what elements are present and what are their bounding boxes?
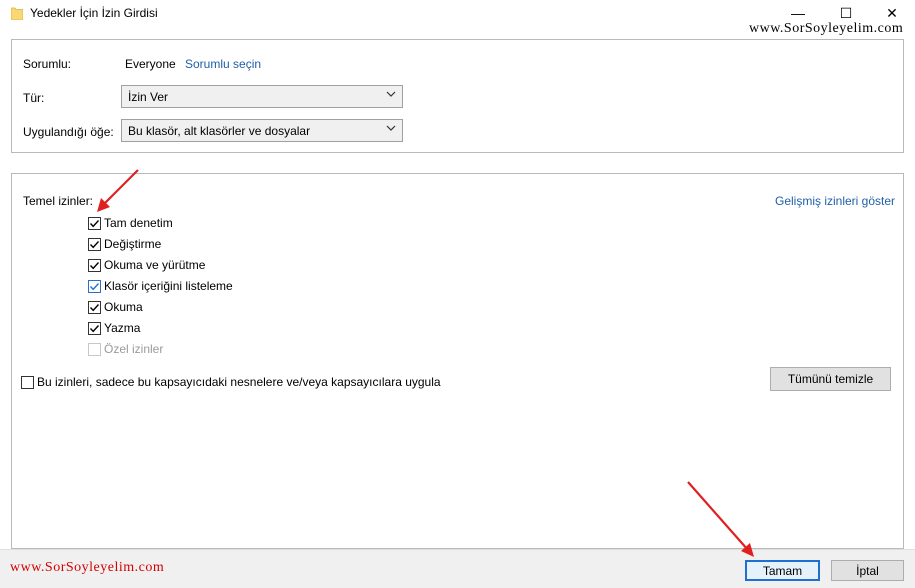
chevron-down-icon <box>386 125 396 131</box>
permission-write[interactable]: Yazma <box>88 320 140 336</box>
dialog-footer: www.SorSoyleyelim.com Tamam İptal <box>0 549 915 588</box>
permission-read[interactable]: Okuma <box>88 299 143 315</box>
type-label: Tür: <box>23 91 45 105</box>
applies-to-select[interactable]: Bu klasör, alt klasörler ve dosyalar <box>121 119 403 142</box>
window-title: Yedekler İçin İzin Girdisi <box>30 6 158 20</box>
select-principal-link[interactable]: Sorumlu seçin <box>185 57 261 71</box>
ok-button[interactable]: Tamam <box>745 560 820 581</box>
check-icon <box>89 261 100 269</box>
permission-read-execute[interactable]: Okuma ve yürütme <box>88 257 205 273</box>
apply-only-label: Bu izinleri, sadece bu kapsayıcıdaki nes… <box>37 375 441 389</box>
folder-icon <box>11 7 23 20</box>
permission-list-folder[interactable]: Klasör içeriğini listeleme <box>88 278 233 294</box>
checkbox[interactable] <box>21 375 34 389</box>
principal-panel: Sorumlu: Everyone Sorumlu seçin Tür: İzi… <box>11 39 904 153</box>
checkbox[interactable] <box>88 216 101 230</box>
type-select-value: İzin Ver <box>128 90 169 104</box>
minimize-icon: — <box>791 5 805 21</box>
check-icon <box>89 219 100 227</box>
checkbox[interactable] <box>88 237 101 251</box>
maximize-icon: ☐ <box>839 4 853 21</box>
show-advanced-permissions-link[interactable]: Gelişmiş izinleri göster <box>775 194 895 208</box>
permission-full-control[interactable]: Tam denetim <box>88 215 173 231</box>
checkbox <box>88 342 101 356</box>
check-icon <box>89 324 100 332</box>
checkbox[interactable] <box>88 321 101 335</box>
check-icon <box>89 240 100 248</box>
check-icon <box>89 282 100 290</box>
permission-label: Tam denetim <box>104 216 173 230</box>
check-icon <box>89 303 100 311</box>
principal-label: Sorumlu: <box>23 57 72 71</box>
permission-label: Özel izinler <box>104 342 164 356</box>
permissions-panel: Temel izinler: Gelişmiş izinleri göster … <box>11 173 904 549</box>
principal-value: Everyone <box>125 57 176 71</box>
type-select[interactable]: İzin Ver <box>121 85 403 108</box>
applies-to-select-value: Bu klasör, alt klasörler ve dosyalar <box>128 124 311 138</box>
watermark-top: www.SorSoyleyelim.com <box>749 21 904 36</box>
permission-label: Yazma <box>104 321 141 335</box>
watermark-bottom: www.SorSoyleyelim.com <box>10 560 165 575</box>
cancel-button[interactable]: İptal <box>831 560 904 581</box>
apply-only-container-option[interactable]: Bu izinleri, sadece bu kapsayıcıdaki nes… <box>21 374 441 390</box>
checkbox[interactable] <box>88 279 101 293</box>
permission-label: Okuma <box>104 300 143 314</box>
applies-to-label: Uygulandığı öğe: <box>23 125 114 139</box>
close-icon: ✕ <box>886 4 898 21</box>
basic-permissions-label: Temel izinler: <box>23 194 94 208</box>
permission-special: Özel izinler <box>88 341 163 357</box>
permission-label: Klasör içeriğini listeleme <box>104 279 233 293</box>
checkbox[interactable] <box>88 258 101 272</box>
chevron-down-icon <box>386 91 396 97</box>
permission-label: Okuma ve yürütme <box>104 258 206 272</box>
permission-label: Değiştirme <box>104 237 162 251</box>
checkbox[interactable] <box>88 300 101 314</box>
permission-modify[interactable]: Değiştirme <box>88 236 161 252</box>
clear-all-button[interactable]: Tümünü temizle <box>770 367 891 391</box>
